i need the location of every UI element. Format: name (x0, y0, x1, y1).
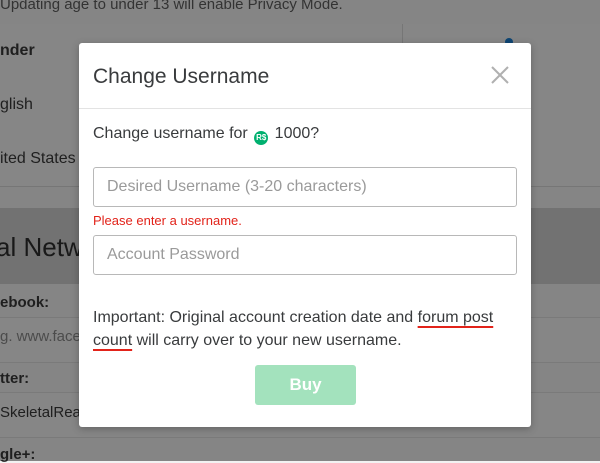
desired-username-input[interactable] (93, 167, 517, 207)
note-suffix: will carry over to your new username. (132, 332, 402, 349)
buy-button[interactable]: Buy (255, 365, 356, 405)
description-prefix: Change username for (93, 125, 248, 142)
price-description: Change username for R$ 1000? (93, 125, 319, 145)
modal-title: Change Username (93, 65, 270, 88)
account-password-input[interactable] (93, 235, 517, 275)
change-username-modal: Change Username Change username for R$ 1… (79, 43, 531, 427)
close-icon[interactable] (485, 60, 515, 90)
important-note: Important: Original account creation dat… (93, 306, 523, 352)
username-error: Please enter a username. (93, 213, 242, 228)
note-prefix: Important: Original account creation dat… (93, 309, 418, 326)
modal-header: Change Username (79, 43, 531, 109)
robux-icon: R$ (254, 131, 269, 145)
price-value: 1000? (274, 125, 320, 142)
